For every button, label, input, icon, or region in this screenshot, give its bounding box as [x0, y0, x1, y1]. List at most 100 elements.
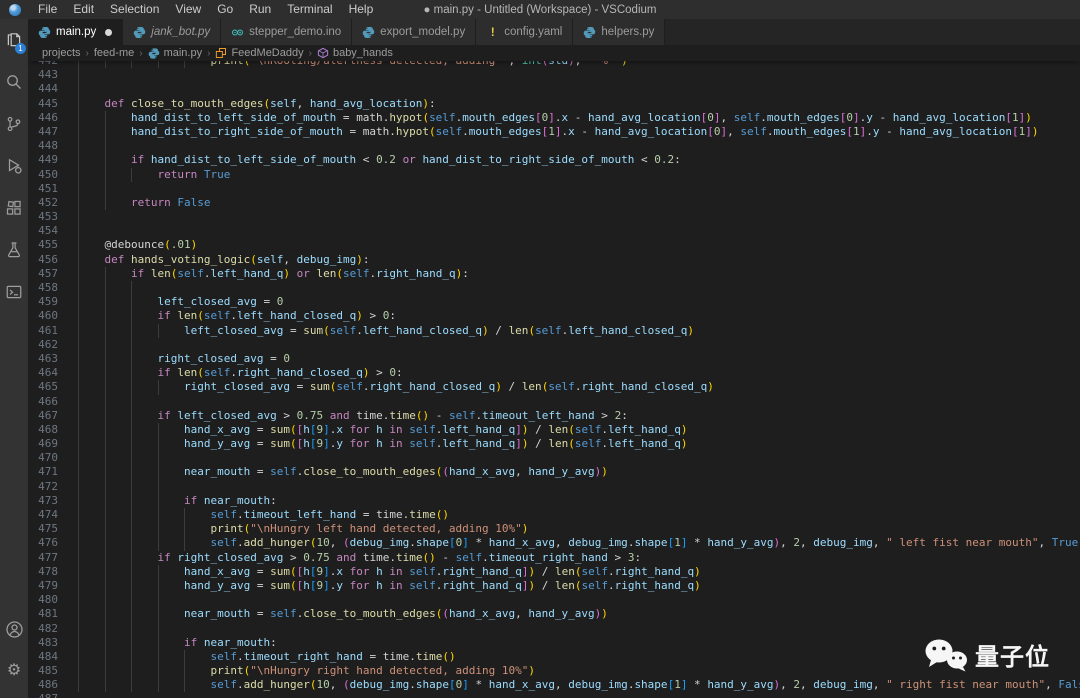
- code-line: 457 if len(self.left_hand_q) or len(self…: [28, 267, 1080, 281]
- activitybar-item-console[interactable]: [0, 271, 28, 313]
- line-number: 470: [28, 451, 78, 465]
- breadcrumb: projects › feed-me › main.py › FeedMeDaddy › bab…: [28, 45, 1080, 61]
- activitybar-item-account[interactable]: [0, 608, 28, 650]
- tab-helpers-py[interactable]: helpers.py: [573, 19, 665, 45]
- breadcrumb-separator: ›: [207, 48, 210, 59]
- testing-beaker-icon: [5, 241, 23, 259]
- breadcrumb-separator: ›: [309, 48, 312, 59]
- extensions-icon: [5, 199, 23, 217]
- code-line-content: self.add_hunger(10, (debug_img.shape[0] …: [78, 678, 1080, 692]
- code-line-content: print("\nHungry right hand detected, add…: [78, 664, 535, 678]
- menu-edit[interactable]: Edit: [65, 0, 102, 19]
- menu-help[interactable]: Help: [341, 0, 382, 19]
- code-line-content: left_closed_avg = sum(self.left_hand_clo…: [78, 324, 694, 338]
- code-line-content: print("\nHungry left hand detected, addi…: [78, 522, 528, 536]
- line-number: 459: [28, 295, 78, 309]
- code-line: 464 if len(self.right_hand_closed_q) > 0…: [28, 366, 1080, 380]
- code-line-content: [78, 622, 184, 636]
- line-number: 461: [28, 324, 78, 338]
- code-line: 448: [28, 139, 1080, 153]
- code-line: 460 if len(self.left_hand_closed_q) > 0:: [28, 309, 1080, 323]
- activitybar-item-extensions[interactable]: [0, 187, 28, 229]
- breadcrumb-separator: ›: [86, 48, 89, 59]
- code-line-content: hand_x_avg = sum([h[9].x for h in self.l…: [78, 423, 687, 437]
- code-editor[interactable]: 442 print("\nRooting/alertness detected,…: [28, 61, 1080, 698]
- code-line: 463 right_closed_avg = 0: [28, 352, 1080, 366]
- breadcrumb-label: FeedMeDaddy: [231, 47, 303, 59]
- activitybar-item-run-debug[interactable]: [0, 145, 28, 187]
- menu-go[interactable]: Go: [209, 0, 241, 19]
- code-line: 468 hand_x_avg = sum([h[9].x for h in se…: [28, 423, 1080, 437]
- code-line-content: if len(self.right_hand_closed_q) > 0:: [78, 366, 403, 380]
- activitybar-item-explorer[interactable]: 1: [0, 19, 28, 61]
- line-number: 476: [28, 536, 78, 550]
- breadcrumb-label: projects: [42, 47, 81, 59]
- code-line-content: if len(self.left_hand_closed_q) > 0:: [78, 309, 396, 323]
- tab-label: stepper_demo.ino: [249, 26, 341, 38]
- line-number: 482: [28, 622, 78, 636]
- unsaved-changes-dot[interactable]: [105, 29, 112, 36]
- code-line: 478 hand_x_avg = sum([h[9].x for h in se…: [28, 565, 1080, 579]
- python-icon: [133, 26, 146, 39]
- yaml-icon: !: [491, 26, 495, 39]
- code-line: 469 hand_y_avg = sum([h[9].y for h in se…: [28, 437, 1080, 451]
- breadcrumb-item-feedmedaddy[interactable]: FeedMeDaddy: [215, 47, 303, 59]
- tab-config-yaml[interactable]: ! config.yaml: [476, 19, 573, 45]
- menu-view[interactable]: View: [167, 0, 209, 19]
- python-icon: [38, 26, 51, 39]
- code-line-content: if len(self.left_hand_q) or len(self.rig…: [78, 267, 469, 281]
- code-line-content: hand_x_avg = sum([h[9].x for h in self.r…: [78, 565, 701, 579]
- activitybar-item-settings[interactable]: ⚙: [0, 650, 28, 692]
- code-line: 442 print("\nRooting/alertness detected,…: [28, 61, 1080, 68]
- arduino-icon: [231, 26, 244, 39]
- breadcrumb-label: feed-me: [94, 47, 134, 59]
- code-line-content: [78, 68, 105, 82]
- tab-stepper-demo-ino[interactable]: stepper_demo.ino: [221, 19, 352, 45]
- code-line: 474 self.timeout_left_hand = time.time(): [28, 508, 1080, 522]
- activitybar-item-search[interactable]: [0, 61, 28, 103]
- menu-terminal[interactable]: Terminal: [279, 0, 340, 19]
- title-bar: FileEditSelectionViewGoRunTerminalHelp ●…: [0, 0, 1080, 19]
- line-number: 483: [28, 636, 78, 650]
- code-line: 443: [28, 68, 1080, 82]
- breadcrumb-separator: ›: [139, 48, 142, 59]
- code-line: 453: [28, 210, 1080, 224]
- tab-label: jank_bot.py: [151, 26, 210, 38]
- breadcrumb-item-feed-me[interactable]: feed-me: [94, 47, 134, 59]
- line-number: 473: [28, 494, 78, 508]
- code-line: 451: [28, 182, 1080, 196]
- menu-run[interactable]: Run: [241, 0, 279, 19]
- code-line-content: def hands_voting_logic(self, debug_img):: [78, 253, 369, 267]
- breadcrumb-item-projects[interactable]: projects: [42, 47, 81, 59]
- code-line-content: hand_dist_to_left_side_of_mouth = math.h…: [78, 111, 1032, 125]
- tab-jank-bot-py[interactable]: jank_bot.py: [123, 19, 221, 45]
- line-number: 460: [28, 309, 78, 323]
- console-icon: [5, 283, 23, 301]
- menu-selection[interactable]: Selection: [102, 0, 167, 19]
- code-line-content: [78, 338, 158, 352]
- code-line: 470: [28, 451, 1080, 465]
- line-number: 447: [28, 125, 78, 139]
- breadcrumb-item-baby_hands[interactable]: baby_hands: [317, 47, 393, 59]
- code-line: 476 self.add_hunger(10, (debug_img.shape…: [28, 536, 1080, 550]
- tab-label: config.yaml: [504, 26, 562, 38]
- watermark: 量子位: [923, 637, 1050, 672]
- code-line: 450 return True: [28, 168, 1080, 182]
- line-number: 462: [28, 338, 78, 352]
- account-icon: [5, 620, 24, 639]
- line-number: 450: [28, 168, 78, 182]
- code-line: 446 hand_dist_to_left_side_of_mouth = ma…: [28, 111, 1080, 125]
- line-number: 480: [28, 593, 78, 607]
- breadcrumb-item-main.py[interactable]: main.py: [148, 47, 203, 59]
- tab-export-model-py[interactable]: export_model.py: [352, 19, 476, 45]
- breadcrumb-label: baby_hands: [333, 47, 393, 59]
- code-line: 479 hand_y_avg = sum([h[9].y for h in se…: [28, 579, 1080, 593]
- code-line: 449 if hand_dist_to_left_side_of_mouth <…: [28, 153, 1080, 167]
- activitybar-item-testing[interactable]: [0, 229, 28, 271]
- code-line: 445 def close_to_mouth_edges(self, hand_…: [28, 97, 1080, 111]
- tab-main-py[interactable]: main.py: [28, 19, 123, 45]
- activitybar-item-source-control[interactable]: [0, 103, 28, 145]
- menu-file[interactable]: File: [30, 0, 65, 19]
- line-number: 485: [28, 664, 78, 678]
- line-number: 451: [28, 182, 78, 196]
